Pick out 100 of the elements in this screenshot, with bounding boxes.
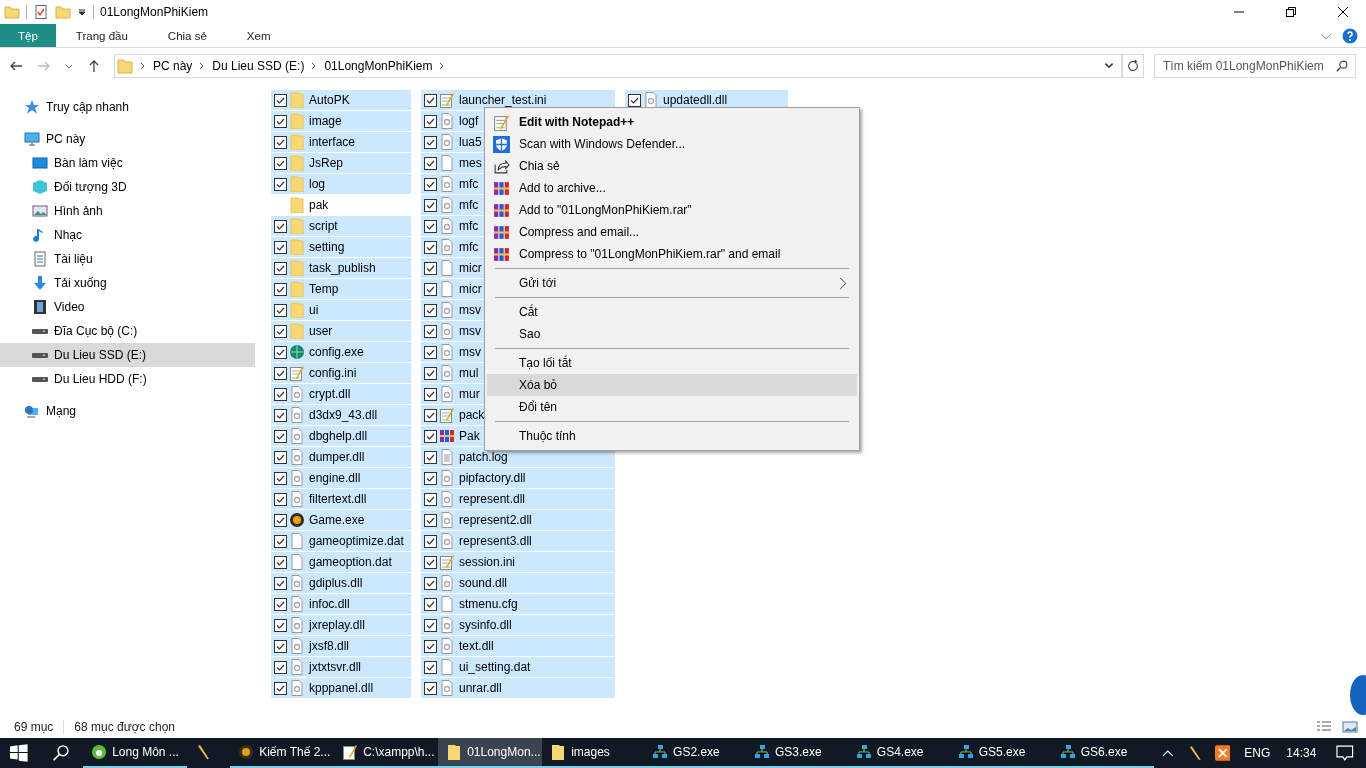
checkbox-checked-icon[interactable] <box>274 219 287 233</box>
menu-item[interactable]: Gửi tới <box>487 272 857 294</box>
file-item[interactable]: launcher_test.ini <box>421 90 615 110</box>
menu-item[interactable]: Cắt <box>487 301 857 323</box>
checkbox-checked-icon[interactable] <box>274 114 287 128</box>
file-item[interactable]: unrar.dll <box>421 678 615 698</box>
checkbox-checked-icon[interactable] <box>274 240 287 254</box>
taskbar-app[interactable]: GS2.exe <box>644 738 746 768</box>
ribbon-tab[interactable]: Tệp <box>0 24 56 47</box>
checkbox-checked-icon[interactable] <box>274 555 287 569</box>
file-item[interactable]: ui <box>271 300 411 320</box>
sidebar-item[interactable]: Truy cập nhanh <box>0 95 255 119</box>
file-item[interactable]: AutoPK <box>271 90 411 110</box>
checkbox-checked-icon[interactable] <box>274 618 287 632</box>
checkbox-checked-icon[interactable] <box>424 534 437 548</box>
dropdown-icon[interactable] <box>77 7 87 17</box>
checkbox-checked-icon[interactable] <box>424 261 437 275</box>
checkbox-checked-icon[interactable] <box>424 366 437 380</box>
checkbox-checked-icon[interactable] <box>424 303 437 317</box>
file-item[interactable]: gdiplus.dll <box>271 573 411 593</box>
checkbox-checked-icon[interactable] <box>424 114 437 128</box>
checkbox-checked-icon[interactable] <box>424 429 437 443</box>
menu-item[interactable]: Sao <box>487 323 857 345</box>
checkbox-checked-icon[interactable] <box>274 681 287 695</box>
file-item[interactable]: dumper.dll <box>271 447 411 467</box>
sidebar-item[interactable]: Hình ảnh <box>0 199 255 223</box>
file-item[interactable]: represent.dll <box>421 489 615 509</box>
menu-item[interactable]: Chia sẻ <box>487 155 857 177</box>
checkbox-checked-icon[interactable] <box>628 93 641 107</box>
checkbox-checked-icon[interactable] <box>274 345 287 359</box>
checkbox-checked-icon[interactable] <box>274 261 287 275</box>
taskbar-app[interactable]: GS3.exe <box>745 738 848 768</box>
search-icon[interactable] <box>1335 59 1349 73</box>
large-icons-view-icon[interactable] <box>1342 719 1358 735</box>
menu-item[interactable]: Add to archive... <box>487 177 857 199</box>
windows-start-icon[interactable] <box>10 744 28 762</box>
file-item[interactable]: user <box>271 321 411 341</box>
file-item[interactable]: dbghelp.dll <box>271 426 411 446</box>
file-item[interactable]: Game.exe <box>271 510 411 530</box>
checkbox-checked-icon[interactable] <box>424 198 437 212</box>
checkbox-checked-icon[interactable] <box>424 177 437 191</box>
file-item[interactable]: jxtxtsvr.dll <box>271 657 411 677</box>
checkbox-checked-icon[interactable] <box>274 282 287 296</box>
sidebar-item[interactable]: Video <box>0 295 255 319</box>
checkbox-checked-icon[interactable] <box>274 324 287 338</box>
file-item[interactable]: interface <box>271 132 411 152</box>
file-item[interactable]: crypt.dll <box>271 384 411 404</box>
taskbar-app[interactable]: GS6.exe <box>1051 738 1154 768</box>
checkbox-checked-icon[interactable] <box>424 156 437 170</box>
file-item[interactable]: infoc.dll <box>271 594 411 614</box>
checkbox-checked-icon[interactable] <box>424 240 437 254</box>
file-item[interactable]: filtertext.dll <box>271 489 411 509</box>
menu-item[interactable]: Tạo lối tắt <box>487 352 857 374</box>
language-indicator[interactable]: ENG <box>1244 746 1271 760</box>
checkbox-checked-icon[interactable] <box>424 597 437 611</box>
breadcrumb-item[interactable]: Du Lieu SSD (E:) <box>212 59 305 73</box>
checkbox-checked-icon[interactable] <box>274 93 287 107</box>
file-item[interactable]: config.exe <box>271 342 411 362</box>
file-item[interactable]: Temp <box>271 279 411 299</box>
menu-item[interactable]: Xóa bỏ <box>487 374 857 396</box>
checkbox-checked-icon[interactable] <box>274 660 287 674</box>
checkbox-checked-icon[interactable] <box>274 156 287 170</box>
checkbox-checked-icon[interactable] <box>424 135 437 149</box>
file-item[interactable]: pak <box>271 195 411 215</box>
checkbox-checked-icon[interactable] <box>424 471 437 485</box>
checkbox-checked-icon[interactable] <box>424 681 437 695</box>
sidebar-item[interactable]: Mạng <box>0 399 255 423</box>
file-item[interactable]: sound.dll <box>421 573 615 593</box>
menu-item[interactable]: Đổi tên <box>487 396 857 418</box>
file-item[interactable]: image <box>271 111 411 131</box>
checkbox-checked-icon[interactable] <box>424 345 437 359</box>
sidebar-item[interactable]: Nhạc <box>0 223 255 247</box>
file-item[interactable]: gameoptimize.dat <box>271 531 411 551</box>
checkbox-checked-icon[interactable] <box>424 282 437 296</box>
file-item[interactable]: sysinfo.dll <box>421 615 615 635</box>
sidebar-item[interactable]: Du Lieu SSD (E:) <box>0 343 255 367</box>
checkbox-checked-icon[interactable] <box>274 492 287 506</box>
checkbox-checked-icon[interactable] <box>274 471 287 485</box>
checkbox-checked-icon[interactable] <box>274 408 287 422</box>
checkbox-checked-icon[interactable] <box>274 513 287 527</box>
file-item[interactable]: setting <box>271 237 411 257</box>
file-item[interactable]: text.dll <box>421 636 615 656</box>
checkbox-checked-icon[interactable] <box>274 366 287 380</box>
search-icon[interactable] <box>51 744 70 762</box>
checkbox-checked-icon[interactable] <box>424 639 437 653</box>
file-item[interactable]: represent2.dll <box>421 510 615 530</box>
file-item[interactable]: represent3.dll <box>421 531 615 551</box>
file-item[interactable]: jxsf8.dll <box>271 636 411 656</box>
taskbar-app[interactable]: 01LongMon... <box>438 738 543 768</box>
checkbox-checked-icon[interactable] <box>274 303 287 317</box>
checkbox-checked-icon[interactable] <box>274 429 287 443</box>
sidebar-item[interactable]: PC này <box>0 127 255 151</box>
taskbar-app[interactable]: Kiếm Thế 2... <box>230 738 335 768</box>
checkbox-checked-icon[interactable] <box>424 93 437 107</box>
xampp-icon[interactable] <box>1214 745 1231 761</box>
file-item[interactable]: jxreplay.dll <box>271 615 411 635</box>
checkbox-checked-icon[interactable] <box>424 513 437 527</box>
properties-icon[interactable] <box>33 4 49 20</box>
sidebar-item[interactable]: Bàn làm việc <box>0 151 255 175</box>
taskbar-app[interactable]: GS5.exe <box>949 738 1052 768</box>
